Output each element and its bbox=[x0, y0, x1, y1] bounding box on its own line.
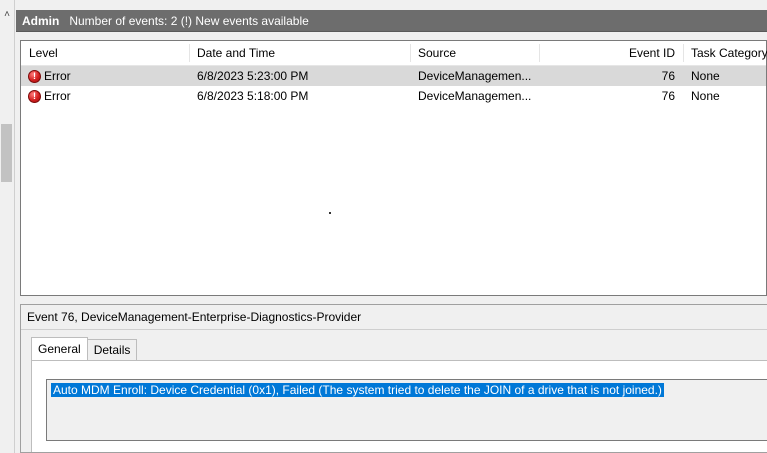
column-header-date-time[interactable]: Date and Time bbox=[197, 41, 417, 65]
chevron-up-icon[interactable]: ˄ bbox=[2, 10, 12, 20]
event-level: Error bbox=[44, 69, 71, 83]
general-tab-content: Auto MDM Enroll: Device Credential (0x1)… bbox=[31, 360, 767, 452]
column-header-source[interactable]: Source bbox=[418, 41, 538, 65]
event-task-category: None bbox=[691, 69, 720, 83]
event-date-time: 6/8/2023 5:18:00 PM bbox=[197, 89, 309, 103]
column-header-task-category[interactable]: Task Category bbox=[683, 41, 767, 65]
stray-dot bbox=[329, 212, 331, 214]
log-name: Admin bbox=[22, 13, 60, 28]
table-row[interactable]: ! Error 6/8/2023 5:18:00 PM DeviceManage… bbox=[21, 86, 766, 106]
event-task-category: None bbox=[691, 89, 720, 103]
event-id: 76 bbox=[661, 89, 675, 103]
event-description-box[interactable]: Auto MDM Enroll: Device Credential (0x1)… bbox=[46, 379, 767, 441]
column-header-event-id[interactable]: Event ID bbox=[543, 41, 683, 65]
event-level-cell: ! Error bbox=[28, 66, 188, 86]
tab-general[interactable]: General bbox=[31, 337, 88, 360]
event-details-title: Event 76, DeviceManagement-Enterprise-Di… bbox=[21, 305, 767, 330]
error-icon: ! bbox=[28, 89, 41, 103]
column-header-level[interactable]: Level bbox=[29, 41, 189, 65]
event-date-time: 6/8/2023 5:23:00 PM bbox=[197, 69, 309, 83]
events-list[interactable]: Level Date and Time Source Event ID Task… bbox=[20, 40, 767, 296]
column-divider[interactable] bbox=[539, 44, 540, 62]
event-count-summary[interactable]: Number of events: 2 (!) New events avail… bbox=[69, 14, 308, 28]
event-level-cell: ! Error bbox=[28, 86, 188, 106]
event-source: DeviceManagemen... bbox=[418, 69, 532, 83]
event-source: DeviceManagemen... bbox=[418, 89, 532, 103]
scrollbar-thumb[interactable] bbox=[1, 124, 12, 182]
error-icon: ! bbox=[28, 69, 41, 83]
column-divider[interactable] bbox=[410, 44, 411, 62]
event-id: 76 bbox=[661, 69, 675, 83]
event-rows: ! Error 6/8/2023 5:23:00 PM DeviceManage… bbox=[21, 66, 766, 106]
event-level: Error bbox=[44, 89, 71, 103]
event-viewer-window: ˄ Admin Number of events: 2 (!) New even… bbox=[0, 0, 767, 453]
left-scrollbar[interactable]: ˄ bbox=[0, 0, 15, 453]
log-header-bar: Admin Number of events: 2 (!) New events… bbox=[16, 10, 767, 32]
details-tabs: General Details bbox=[31, 337, 138, 360]
table-row[interactable]: ! Error 6/8/2023 5:23:00 PM DeviceManage… bbox=[21, 66, 766, 86]
tab-details[interactable]: Details bbox=[86, 339, 138, 360]
column-divider[interactable] bbox=[189, 44, 190, 62]
column-headers: Level Date and Time Source Event ID Task… bbox=[21, 41, 767, 66]
event-details-panel: Event 76, DeviceManagement-Enterprise-Di… bbox=[20, 304, 767, 453]
event-description[interactable]: Auto MDM Enroll: Device Credential (0x1)… bbox=[51, 383, 664, 397]
